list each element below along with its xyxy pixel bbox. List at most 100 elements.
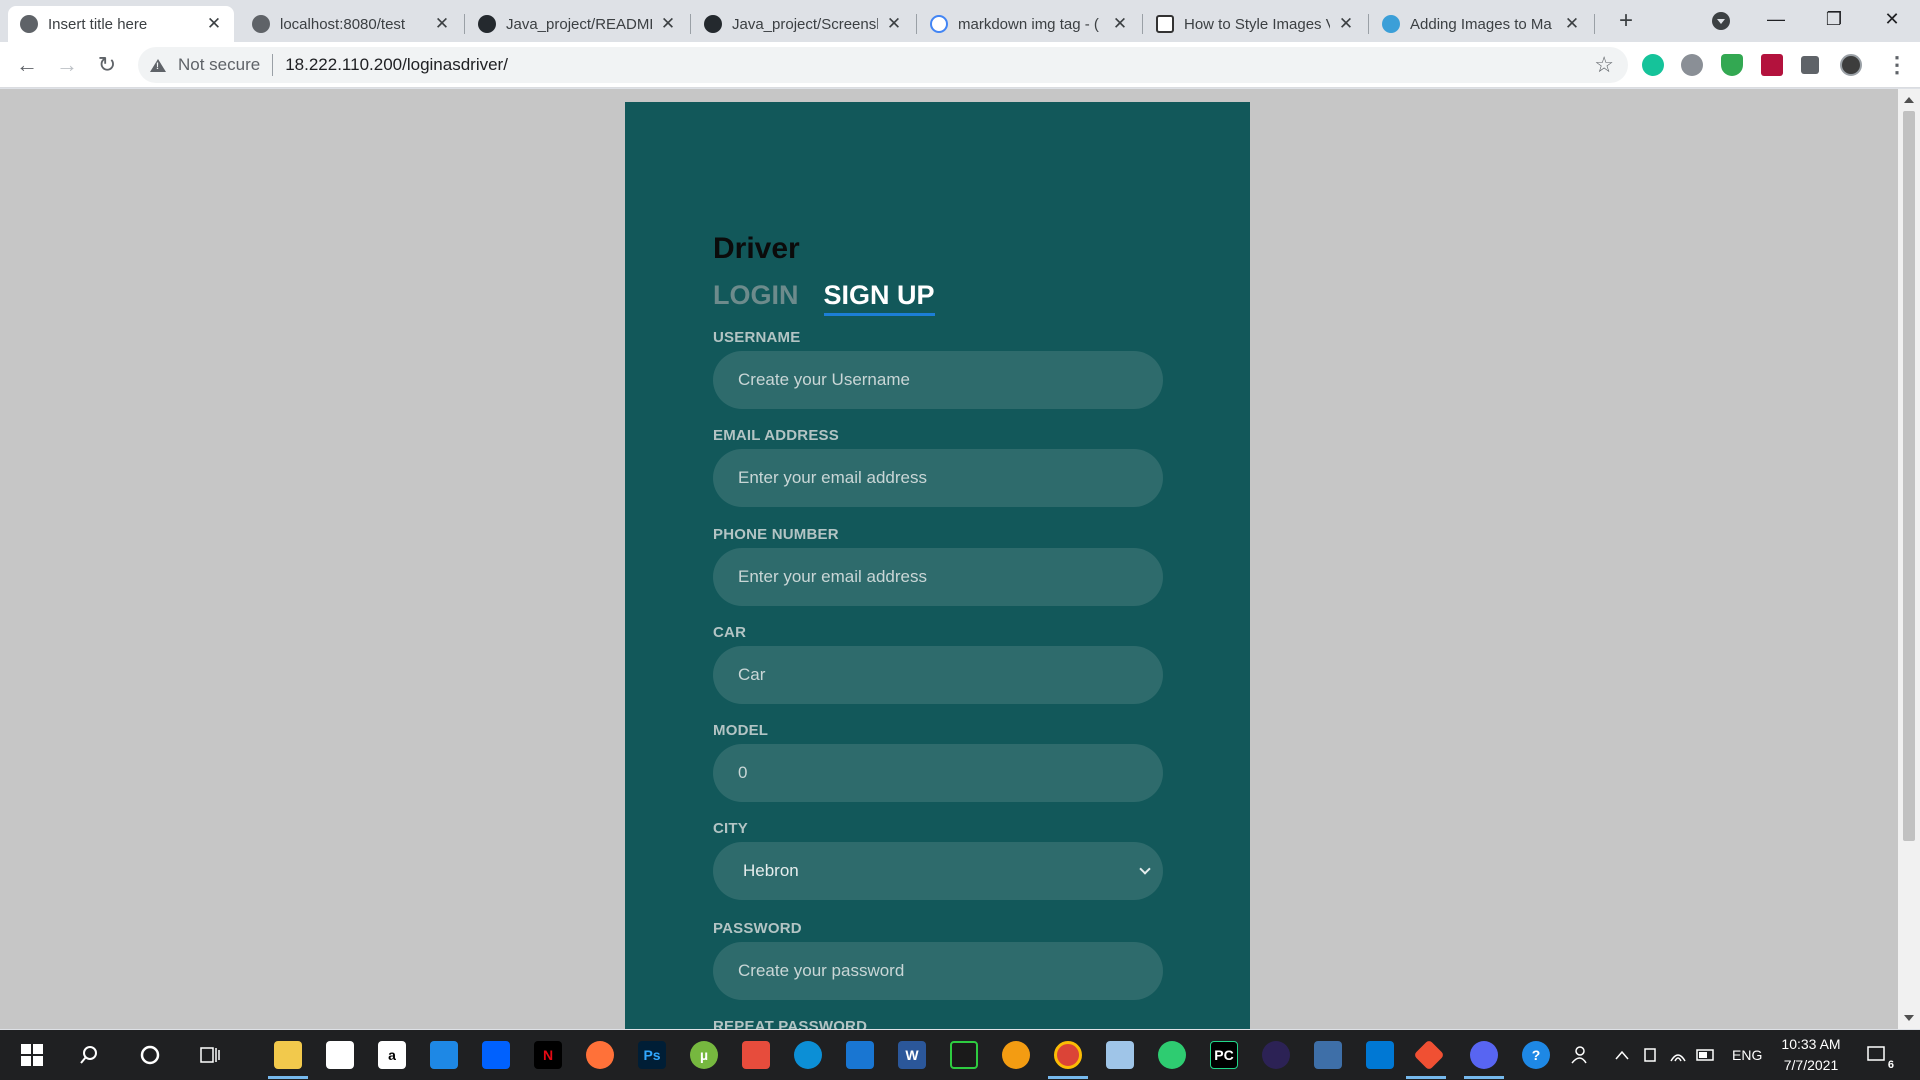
close-tab-icon[interactable]: ✕ [1112, 15, 1128, 32]
eclipse-icon[interactable] [1262, 1041, 1290, 1069]
browser-tab-6[interactable]: How to Style Images V ✕ [1144, 6, 1366, 42]
globe-icon [252, 15, 270, 33]
battery-icon[interactable] [1692, 1041, 1720, 1069]
vscode-icon[interactable] [1366, 1041, 1394, 1069]
edge-icon[interactable] [794, 1041, 822, 1069]
scrollbar-thumb[interactable] [1903, 111, 1915, 841]
field-label: PHONE NUMBER [713, 526, 839, 543]
wifi-icon[interactable] [1664, 1041, 1692, 1069]
utorrent-icon[interactable]: µ [690, 1041, 718, 1069]
mail-icon[interactable] [430, 1041, 458, 1069]
menu-icon[interactable]: ⋮ [1886, 52, 1908, 78]
chevron-up-icon[interactable] [1608, 1041, 1636, 1069]
profile-avatar[interactable] [1840, 54, 1862, 76]
word-icon[interactable]: W [898, 1041, 926, 1069]
password-input[interactable]: Create your password [713, 942, 1163, 1000]
netflix-icon[interactable]: N [534, 1041, 562, 1069]
colorful-extension-icon[interactable] [1761, 54, 1783, 76]
tab-title: localhost:8080/test [280, 15, 406, 33]
email-input[interactable]: Enter your email address [713, 449, 1163, 507]
field-label: CITY [713, 820, 748, 837]
model-input[interactable]: 0 [713, 744, 1163, 802]
close-tab-icon[interactable]: ✕ [1338, 15, 1354, 32]
github-icon [478, 15, 496, 33]
close-tab-icon[interactable]: ✕ [660, 15, 676, 32]
orange-app-icon[interactable] [1002, 1041, 1030, 1069]
clock-time: 10:33 AM [1781, 1036, 1841, 1052]
close-tab-icon[interactable]: ✕ [886, 15, 902, 32]
chrome-icon[interactable] [1054, 1041, 1082, 1069]
browser-tab-5[interactable]: markdown img tag - ( ✕ [918, 6, 1140, 42]
terminal-icon[interactable] [950, 1041, 978, 1069]
model-field: MODEL 0 [713, 722, 1163, 802]
amazon-icon[interactable]: a [378, 1041, 406, 1069]
dropbox-icon[interactable] [482, 1041, 510, 1069]
help-icon[interactable]: ? [1522, 1041, 1550, 1069]
active-app-indicator [1406, 1076, 1446, 1079]
scroll-up-arrow-icon[interactable] [1904, 97, 1914, 103]
colorful-app-icon[interactable] [742, 1041, 770, 1069]
tab-signup[interactable]: SIGN UP [823, 280, 935, 316]
video-editor-icon[interactable] [846, 1041, 874, 1069]
minimize-button[interactable]: — [1756, 4, 1796, 34]
atom-icon[interactable] [1158, 1041, 1186, 1069]
windows-start-icon[interactable] [18, 1041, 46, 1069]
cube-app-icon[interactable] [1106, 1041, 1134, 1069]
pycharm-icon[interactable]: PC [1210, 1041, 1238, 1069]
tab-search-icon[interactable] [1712, 12, 1730, 30]
microsoft-store-icon[interactable] [326, 1041, 354, 1069]
username-input[interactable]: Create your Username [713, 351, 1163, 409]
cortana-icon[interactable] [136, 1041, 164, 1069]
search-icon[interactable] [75, 1041, 103, 1069]
close-tab-icon[interactable]: ✕ [434, 15, 450, 32]
reload-button[interactable]: ↻ [92, 50, 122, 80]
mysql-workbench-icon[interactable] [1314, 1041, 1342, 1069]
grammarly-icon[interactable] [1642, 54, 1664, 76]
close-tab-icon[interactable]: ✕ [1564, 15, 1580, 32]
omnibox-divider [272, 54, 274, 76]
browser-tab-2[interactable]: localhost:8080/test ✕ [240, 6, 462, 42]
discord-icon[interactable] [1470, 1041, 1498, 1069]
car-input[interactable]: Car [713, 646, 1163, 704]
tab-login[interactable]: LOGIN [713, 280, 799, 316]
forward-button[interactable]: → [52, 50, 82, 80]
city-select[interactable]: Hebron [713, 842, 1163, 900]
browser-tab-4[interactable]: Java_project/Screensh ✕ [692, 6, 914, 42]
security-status[interactable]: Not secure [178, 55, 260, 75]
people-icon[interactable] [1564, 1041, 1592, 1069]
phone-input[interactable]: Enter your email address [713, 548, 1163, 606]
puzzle-extensions-icon[interactable] [1801, 56, 1819, 74]
firefox-icon[interactable] [586, 1041, 614, 1069]
active-app-indicator [268, 1076, 308, 1079]
browser-tab-7[interactable]: Adding Images to Ma ✕ [1370, 6, 1592, 42]
warning-icon[interactable] [150, 58, 166, 72]
back-button[interactable]: ← [12, 50, 42, 80]
photoshop-icon[interactable]: Ps [638, 1041, 666, 1069]
extension-cloud-icon[interactable] [1681, 54, 1703, 76]
maximize-button[interactable]: ❐ [1814, 4, 1854, 34]
clock-date: 7/7/2021 [1783, 1057, 1839, 1073]
browser-tab-3[interactable]: Java_project/README ✕ [466, 6, 688, 42]
bookmark-star-icon[interactable]: ☆ [1594, 52, 1614, 78]
device-icon[interactable] [1636, 1041, 1664, 1069]
git-icon[interactable] [1413, 1039, 1445, 1071]
url-text[interactable]: 18.222.110.200/loginasdriver/ [285, 55, 508, 75]
task-view-icon[interactable] [196, 1041, 224, 1069]
close-tab-icon[interactable]: ✕ [206, 15, 222, 32]
language-indicator[interactable]: ENG [1732, 1030, 1762, 1080]
notification-count: 6 [1885, 1059, 1896, 1071]
address-bar[interactable]: Not secure 18.222.110.200/loginasdriver/… [138, 47, 1628, 83]
field-label: EMAIL ADDRESS [713, 427, 839, 444]
window-close-button[interactable]: ✕ [1872, 4, 1912, 34]
browser-tab-1[interactable]: Insert title here ✕ [8, 6, 234, 42]
auth-tabs: LOGIN SIGN UP [713, 280, 935, 316]
scroll-down-arrow-icon[interactable] [1904, 1015, 1914, 1021]
system-clock[interactable]: 10:33 AM 7/7/2021 [1776, 1034, 1846, 1076]
windows-taskbar: a N Ps µ W PC ? ENG 10:33 AM 7/7/2021 6 [0, 1030, 1920, 1080]
file-explorer-icon[interactable] [274, 1041, 302, 1069]
google-icon [930, 15, 948, 33]
page-scrollbar[interactable] [1898, 89, 1920, 1029]
new-tab-button[interactable]: + [1612, 8, 1640, 36]
shield-extension-icon[interactable] [1721, 54, 1743, 76]
notifications-icon[interactable]: 6 [1866, 1041, 1896, 1071]
